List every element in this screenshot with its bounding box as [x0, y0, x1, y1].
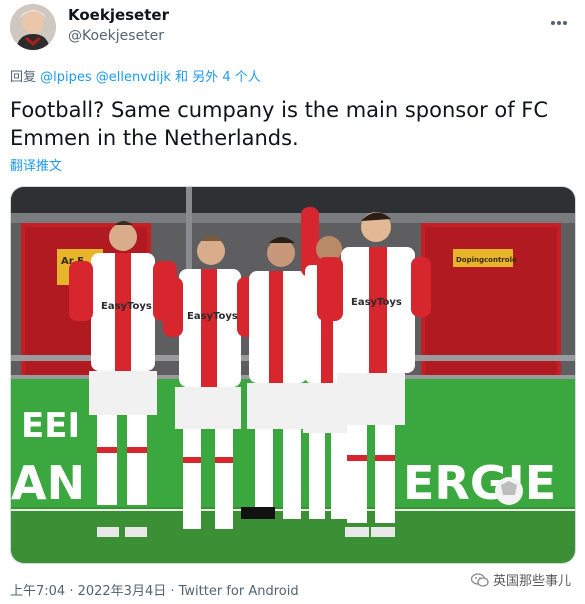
tweet-timestamp[interactable]: 上午7:04 · 2022年3月4日 · Twitter for Android — [10, 580, 299, 599]
watermark: 英国那些事儿 — [470, 570, 571, 589]
tweet-header: Koekjeseter @Koekjeseter — [10, 4, 575, 50]
avatar-image — [10, 4, 56, 50]
translate-tweet-link[interactable]: 翻译推文 — [10, 155, 62, 174]
shirt-sponsor: EasyToys — [351, 297, 402, 308]
watermark-text: 英国那些事儿 — [492, 574, 571, 589]
board-text-bottom: AN — [11, 456, 85, 510]
mention-lpipes[interactable]: @lpipes — [40, 70, 92, 85]
reply-others-link[interactable]: 和 另外 4 个人 — [175, 70, 261, 85]
more-dot — [563, 21, 567, 25]
reply-context: 回复 @lpipes @ellenvdijk 和 另外 4 个人 — [10, 66, 261, 85]
more-horizontal-icon — [551, 21, 555, 25]
author-names: Koekjeseter @Koekjeseter — [68, 5, 169, 47]
mention-ellenvdijk[interactable]: @ellenvdijk — [96, 70, 171, 85]
shirt-sponsor: EasyToys — [187, 311, 238, 322]
wechat-icon — [470, 573, 489, 587]
more-options-button[interactable] — [551, 10, 573, 25]
display-name[interactable]: Koekjeseter — [68, 5, 169, 25]
football-team-photo: Ar E Dopingcontrole EEI AN ERGIE EasyToy… — [11, 187, 575, 563]
reply-prefix: 回复 — [10, 70, 37, 85]
board-text-left: EEI — [21, 406, 80, 446]
shirt-sponsor: EasyToys — [101, 301, 152, 312]
avatar[interactable] — [10, 4, 56, 50]
door-sign-right: Dopingcontrole — [456, 256, 517, 264]
user-handle[interactable]: @Koekjeseter — [68, 25, 169, 47]
more-dot — [557, 21, 561, 25]
board-text-right: ERGIE — [403, 456, 556, 510]
tweet-photo[interactable]: Ar E Dopingcontrole EEI AN ERGIE EasyToy… — [10, 186, 576, 564]
tweet-text: Football? Same cumpany is the main spons… — [10, 98, 549, 150]
